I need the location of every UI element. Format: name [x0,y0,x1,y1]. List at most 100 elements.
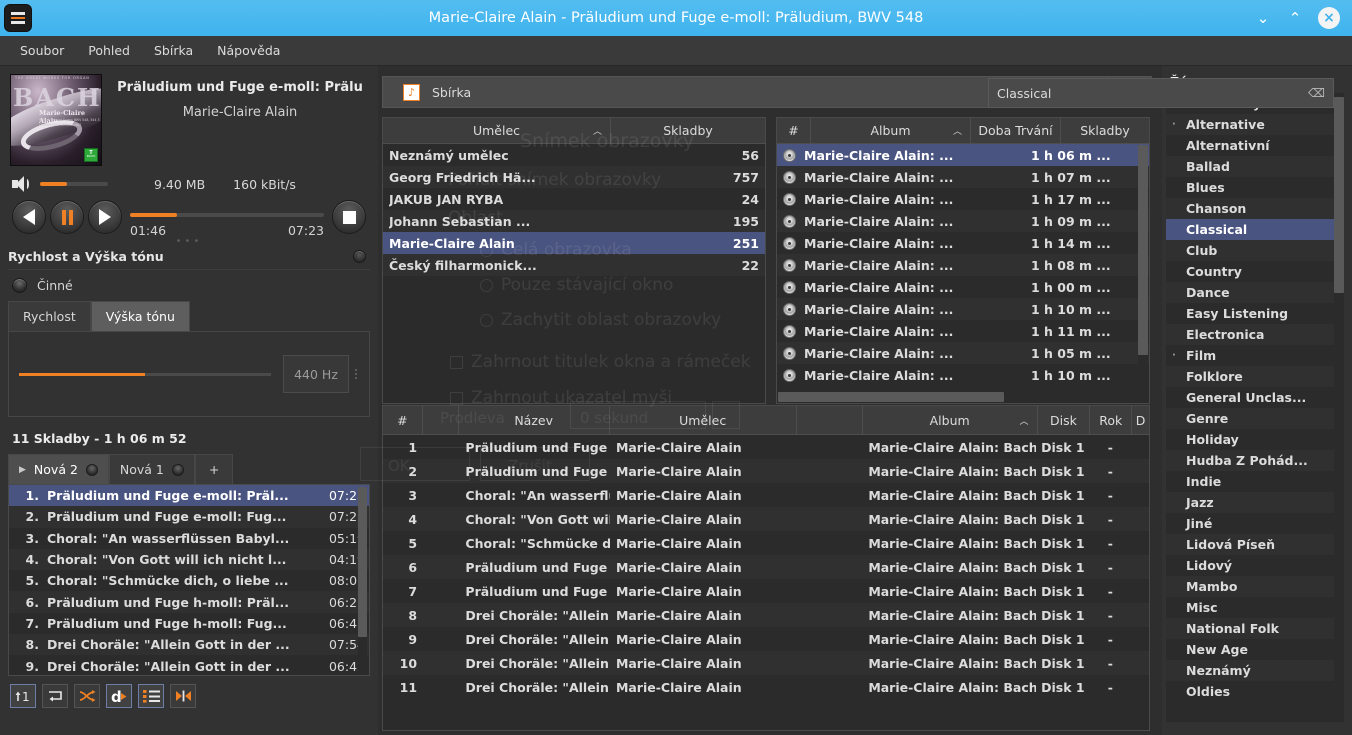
list-item[interactable]: 6. Präludium und Fuge h-moll: Präl... 06… [9,591,369,613]
column-header-album[interactable]: Album ︿ [863,406,1038,434]
artists-pane[interactable]: Umělec ︿ Skladby Neznámý umělec 56 Georg… [382,117,766,404]
previous-button[interactable] [12,200,46,234]
list-item[interactable]: Country [1166,261,1344,282]
maximize-icon[interactable]: ⌃ [1286,9,1304,27]
list-item[interactable]: 3. Choral: "An wasserflüssen Babyl... 05… [9,528,369,549]
list-item[interactable]: 5. Choral: "Schmücke dich, o liebe ... 0… [9,570,369,591]
list-item[interactable]: Blues [1166,177,1344,198]
table-row[interactable]: Marie-Claire Alain: ... 1 h 07 m ... [777,166,1149,188]
table-row[interactable]: Johann Sebastian ... 195 [383,210,765,232]
pitch-value[interactable]: 440 Hz [283,355,349,393]
stop-button[interactable] [332,200,366,234]
list-item[interactable]: Club [1166,240,1344,261]
list-item[interactable]: Lidový [1166,555,1344,576]
list-item[interactable]: Folklore [1166,366,1344,387]
column-header-rok[interactable]: Rok [1090,406,1133,434]
column-header-skladby[interactable]: Skladby [1061,118,1149,143]
list-item[interactable]: 8. Drei Choräle: "Allein Gott in der ...… [9,634,369,656]
list-item[interactable]: Dance [1166,282,1344,303]
menu-item-napoveda[interactable]: Nápověda [207,39,290,62]
albums-vscrollbar[interactable] [1138,145,1148,390]
tracks-pane[interactable]: # Název Umělec Album ︿ Disk Rok D 1 Prälu… [382,405,1150,731]
search-box[interactable]: Classical ⌫ [988,78,1334,108]
pitch-slider[interactable] [19,372,271,376]
shuffle-button[interactable] [74,684,100,708]
expander-icon[interactable]: · [1172,119,1186,130]
list-item[interactable]: Misc [1166,597,1344,618]
table-row[interactable]: 10 Drei Choräle: "Allein Got... Marie-Clai… [383,651,1149,675]
table-row[interactable]: 9 Drei Choräle: "Allein Got... Marie-Clair… [383,627,1149,651]
gapless-button[interactable] [170,684,196,708]
next-button[interactable] [88,200,122,234]
column-header-disk[interactable]: Disk [1038,406,1091,434]
table-row[interactable]: Marie-Claire Alain: ... 1 h 06 m ... [777,144,1149,166]
tab-vyska-tonu[interactable]: Výška tónu [90,301,190,331]
list-item[interactable]: Oldies [1166,681,1344,702]
list-item[interactable]: Alternativní [1166,135,1344,156]
volume-icon[interactable] [12,176,32,192]
table-row[interactable]: 8 Drei Choräle: "Allein Got... Marie-Clair… [383,603,1149,627]
list-item[interactable]: Electronica [1166,324,1344,345]
table-row[interactable]: Marie-Claire Alain: ... 1 h 00 m ... [777,276,1149,298]
list-item[interactable]: Lidová Píseň [1166,534,1344,555]
table-row[interactable]: Marie-Claire Alain: ... 1 h 10 m ... [777,298,1149,320]
list-item[interactable]: General Unclas... [1166,387,1344,408]
table-row[interactable]: 1 Präludium und Fuge e-m... Marie-Claire A… [383,435,1149,459]
resize-grip-icon[interactable] [353,369,359,379]
list-item[interactable]: Genre [1166,408,1344,429]
table-row[interactable]: JAKUB JAN RYBA 24 [383,188,765,210]
column-header-doba-trvani[interactable]: Doba Trvání [971,118,1061,143]
list-item[interactable]: Hudba Z Pohád... [1166,450,1344,471]
list-item[interactable]: Neznámý [1166,660,1344,681]
table-row[interactable]: Marie-Claire Alain: ... 1 h 09 m ... [777,210,1149,232]
table-row[interactable]: 6 Präludium und Fuge h-m... Marie-Claire A… [383,555,1149,579]
playlist-scrollbar[interactable] [358,487,367,675]
playlist-close-icon[interactable] [171,463,184,476]
table-row[interactable]: Georg Friedrich Hä... 757 [383,166,765,188]
list-item[interactable]: Jiné [1166,513,1344,534]
column-header-d[interactable]: D [1132,406,1149,434]
queue-list-button[interactable] [138,684,164,708]
expander-icon[interactable]: · [1172,350,1186,361]
table-row[interactable]: Marie-Claire Alain: ... 1 h 17 m ... [777,188,1149,210]
list-item[interactable]: Holiday [1166,429,1344,450]
column-header-blank[interactable] [423,406,459,434]
list-item[interactable]: Jazz [1166,492,1344,513]
volume-slider[interactable] [40,182,108,186]
table-row[interactable]: Neznámý umělec 56 [383,144,765,166]
pause-button[interactable] [50,200,84,234]
list-item[interactable]: · Alternative [1166,114,1344,135]
column-header-umelec[interactable]: Umělec ︿ [383,118,611,143]
list-item[interactable]: 4. Choral: "Von Gott will ich nicht l...… [9,548,369,571]
menu-item-pohled[interactable]: Pohled [78,39,140,62]
repeat-one-button[interactable]: 1 [10,684,36,708]
table-row[interactable]: Marie-Claire Alain 251 [383,232,765,254]
dynamic-playlist-button[interactable]: d [106,684,132,708]
genres-list[interactable]: <Neznámý žánr> · Alternative Alternativn… [1166,93,1344,722]
table-row[interactable]: Marie-Claire Alain: ... 1 h 10 m ... [777,364,1149,386]
table-row[interactable]: 3 Choral: "An wasserflüss... Marie-Claire … [383,483,1149,507]
list-item[interactable]: Indie [1166,471,1344,492]
table-row[interactable]: Marie-Claire Alain: ... 1 h 11 m ... [777,320,1149,342]
close-icon[interactable]: × [1318,7,1340,29]
column-header-index[interactable]: # [777,118,811,143]
minimize-icon[interactable]: ⌄ [1254,9,1272,27]
table-row[interactable]: 4 Choral: "Von Gott will ic... Marie-Clair… [383,507,1149,531]
table-row[interactable]: Český filharmonick... 22 [383,254,765,276]
genres-scrollbar[interactable] [1334,93,1344,722]
table-row[interactable]: Marie-Claire Alain: ... 1 h 14 m ... [777,232,1149,254]
list-item[interactable]: Ballad [1166,156,1344,177]
table-row[interactable]: Marie-Claire Alain: ... 1 h 08 m ... [777,254,1149,276]
list-item[interactable]: 1. Präludium und Fuge e-moll: Präl... 07… [9,485,369,507]
table-row[interactable]: 2 Präludium und Fuge e-m... Marie-Claire A… [383,459,1149,483]
search-input[interactable]: Classical [997,86,1308,101]
albums-pane[interactable]: # Album ︿ Doba Trvání Skladby Marie-Clai… [776,117,1150,404]
list-item[interactable]: Mambo [1166,576,1344,597]
list-item[interactable]: · Film [1166,345,1344,366]
list-item[interactable]: 2. Präludium und Fuge e-moll: Fug... 07:… [9,506,369,528]
repeat-button[interactable] [42,684,68,708]
playlist-tab-nova-1[interactable]: Nová 1 [108,454,195,484]
clear-icon[interactable]: ⌫ [1308,86,1325,100]
effects-knob-icon[interactable] [353,250,366,263]
active-toggle-icon[interactable] [12,278,27,293]
